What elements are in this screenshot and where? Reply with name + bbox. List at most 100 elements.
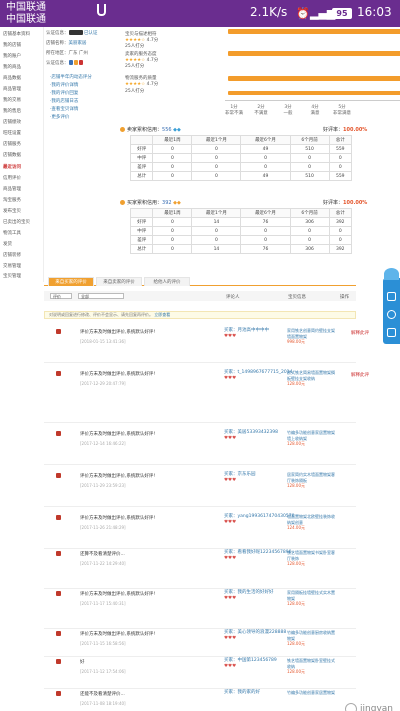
notice-link[interactable]: 立即查看	[154, 312, 170, 317]
buyer-name[interactable]: 买家：京东乐园	[224, 472, 256, 477]
sidebar-item[interactable]: 商品数据	[3, 75, 21, 81]
status-bar: 中国联通 中国联通 2.1K/s ⏰ ▂▄▆ 95 16:03	[0, 0, 400, 27]
explain-link[interactable]: 解释此评	[351, 372, 369, 378]
item-title[interactable]: 家用铁艺创意简约壁挂支架墙面置物架	[287, 328, 335, 339]
item-title[interactable]: 竹编多功能创意厨房收纳置物架	[287, 630, 335, 641]
review-text: 评价方未及时做出评价,系统默认好评!	[80, 372, 156, 377]
edit-icon[interactable]	[387, 328, 396, 337]
shop-name-value[interactable]: 美丽家居	[69, 41, 87, 46]
quick-link[interactable]: ·店铺半年内动态评分	[50, 74, 92, 80]
buyer-name[interactable]: 买家：我的家的好	[224, 690, 260, 695]
vip-label: 认证信息	[46, 61, 64, 66]
item-title[interactable]: 竹编多功能创意家居置物架	[287, 690, 335, 695]
share-icon[interactable]	[387, 292, 396, 301]
table-header: 最近1个月	[191, 208, 242, 218]
seller-credit-table: 最近1周 最近1个月 最近6个月 6个月前 总计 好评 0 0 49 510 559 中评 0 0 0 0…	[129, 135, 353, 181]
sidebar-item[interactable]: 我的交易	[3, 97, 21, 103]
good-rating-icon	[56, 329, 61, 334]
review-row: 评价方未及时做出评价,系统默认好评! [2017-11-15 16:58:56]…	[44, 629, 356, 657]
dsr-ratings: 宝贝与描述相符 ★★★★☆ 4.7分 25人打分 卖家的服务态度 ★★★★☆ 4…	[125, 27, 400, 127]
buyer-name[interactable]: 买家：yang1993617470430570	[224, 514, 294, 519]
location-value: 广东 广州	[68, 51, 88, 56]
item-title[interactable]: 欧式铁艺简易墙面置物架搁板壁挂支架收纳	[287, 370, 335, 381]
review-text: 评价方未及时做出评价,系统默认好评!	[80, 516, 156, 521]
rating-count: 25人打分	[125, 44, 145, 49]
sidebar-item[interactable]: 我的账户	[3, 53, 21, 59]
buyer-name[interactable]: 买家：美心领导的浪漫228888	[224, 630, 286, 635]
buyer-name[interactable]: 买家：中国第123456789	[224, 658, 277, 663]
sidebar-item[interactable]: 我的店铺	[3, 42, 21, 48]
page-content: 店铺基本资料 我的店铺 我的账户 我的商品 商品数据 商品管理 我的交易 我的售…	[0, 27, 400, 711]
sidebar-item[interactable]: 店铺数据	[3, 152, 21, 158]
recent-item[interactable]: 物流工具	[3, 230, 21, 236]
buyer-name[interactable]: 买家：美居53393432398	[224, 430, 278, 435]
buyer-name[interactable]: 买家：看看我好呢12234567890	[224, 550, 292, 555]
chat-icon[interactable]	[387, 310, 396, 319]
sidebar-item[interactable]: 商品管理	[3, 86, 21, 92]
shop-name-label: 店铺名称	[46, 41, 64, 46]
buyer-name[interactable]: 买家：t_1498967677715_2014	[224, 370, 292, 375]
item-title[interactable]: 墙面置物架北欧壁挂装饰收纳架创意	[287, 514, 335, 525]
recent-item[interactable]: 发布宝贝	[3, 208, 21, 214]
sidebar-item[interactable]: 店铺服务	[3, 141, 21, 147]
tab-from-buyers[interactable]: 来自买家的评价	[48, 277, 94, 286]
rating-count: 25人打分	[125, 64, 145, 69]
review-text: 评价方未及时做出评价,系统默认好评!	[80, 592, 156, 597]
rating-filter-select[interactable]: 评价	[50, 293, 72, 299]
recent-item[interactable]: 淘宝服务	[3, 197, 21, 203]
tab-to-others[interactable]: 给他人的评价	[144, 277, 190, 286]
auth-label: 认证信息	[46, 31, 64, 36]
table-header: 6个月前	[289, 135, 330, 145]
recent-item[interactable]: 宝贝管理	[3, 273, 21, 279]
recent-item[interactable]: 店铺装修	[3, 252, 21, 258]
table-row: 差评 0 0 0 0 0	[129, 235, 353, 245]
buyer-name[interactable]: 买家：月池高中中中中	[224, 328, 269, 333]
sidebar-item[interactable]: 旺旺设置	[3, 130, 21, 136]
table-header	[129, 135, 154, 145]
sidebar-item[interactable]: 我的售后	[3, 108, 21, 114]
review-row: 评价方未及时做出评价,系统默认好评! [2017-12-29 20:47:79]…	[44, 369, 369, 423]
review-row: 好 [2017-11-12 17:54:06] 买家：中国第123456789 ♥…	[44, 657, 356, 689]
sidebar-item[interactable]: 我的商品	[3, 64, 21, 70]
buyer-name[interactable]: 买家：我的生活的好好好	[224, 590, 274, 595]
sidebar-item[interactable]: 店铺基本资料	[3, 31, 30, 37]
sidebar: 店铺基本资料 我的店铺 我的账户 我的商品 商品数据 商品管理 我的交易 我的售…	[0, 27, 44, 282]
location-label: 所在地区	[46, 51, 64, 56]
item-price: 128.00元	[287, 483, 305, 488]
rating-axis-label: 1分 非常不满	[225, 105, 243, 116]
recent-item[interactable]: 商品管理	[3, 186, 21, 192]
table-header: 最近1个月	[191, 135, 242, 145]
heart-icons: ♥♥♥	[224, 436, 237, 441]
crown-icon: ◆◆	[173, 200, 181, 206]
buyer-icon	[120, 200, 125, 205]
review-row: 评价方未及时做出评价,系统默认好评! [2017-11-29 23:59:23]…	[44, 471, 356, 507]
item-title[interactable]: 铁艺墙面置物架卧室壁挂式收纳	[287, 658, 335, 669]
good-rating-icon	[56, 515, 61, 520]
item-title[interactable]: 家用隔板挂墙壁挂式实木置物架	[287, 590, 335, 601]
quick-link[interactable]: ·更多评价	[50, 114, 69, 120]
quick-link[interactable]: ·我的店铺日志	[50, 98, 78, 104]
recent-item[interactable]: 发货	[3, 241, 12, 247]
tab-from-sellers[interactable]: 来自卖家的评价	[96, 277, 142, 286]
seller-credit-title: 卖家累积信用：	[127, 127, 163, 133]
table-header	[129, 208, 154, 218]
quick-link[interactable]: ·我的评价详情	[50, 82, 78, 88]
buyer-credit-value: 392	[162, 200, 172, 206]
quick-link[interactable]: ·我的评价回复	[50, 90, 78, 96]
item-title[interactable]: 居家简约实木墙面置物架客厅装饰隔板	[287, 472, 335, 483]
item-title[interactable]: 铁艺墙面置物架书架卧室客厅装饰	[287, 550, 335, 561]
recent-item[interactable]: 信用评价	[3, 175, 21, 181]
recent-item[interactable]: 已卖出的宝贝	[3, 219, 30, 225]
item-price: 128.00元	[287, 641, 305, 646]
sidebar-item[interactable]: 店铺绩效	[3, 119, 21, 125]
item-title[interactable]: 竹编多功能创意家居置物架墙上收纳架	[287, 430, 335, 441]
heart-icons: ♥♥♥	[224, 334, 237, 339]
quick-link[interactable]: ·查看宝贝详情	[50, 106, 78, 112]
good-rating-icon	[56, 631, 61, 636]
content-filter-select[interactable]: 全部	[78, 293, 124, 299]
explain-link[interactable]: 解释此评	[351, 330, 369, 336]
heart-icons: ♥♥♥	[224, 636, 237, 641]
recent-item[interactable]: 交易管理	[3, 263, 21, 269]
review-text: 评价方未及时做出评价,系统默认好评!	[80, 474, 156, 479]
auth-badge-icon	[68, 30, 83, 35]
